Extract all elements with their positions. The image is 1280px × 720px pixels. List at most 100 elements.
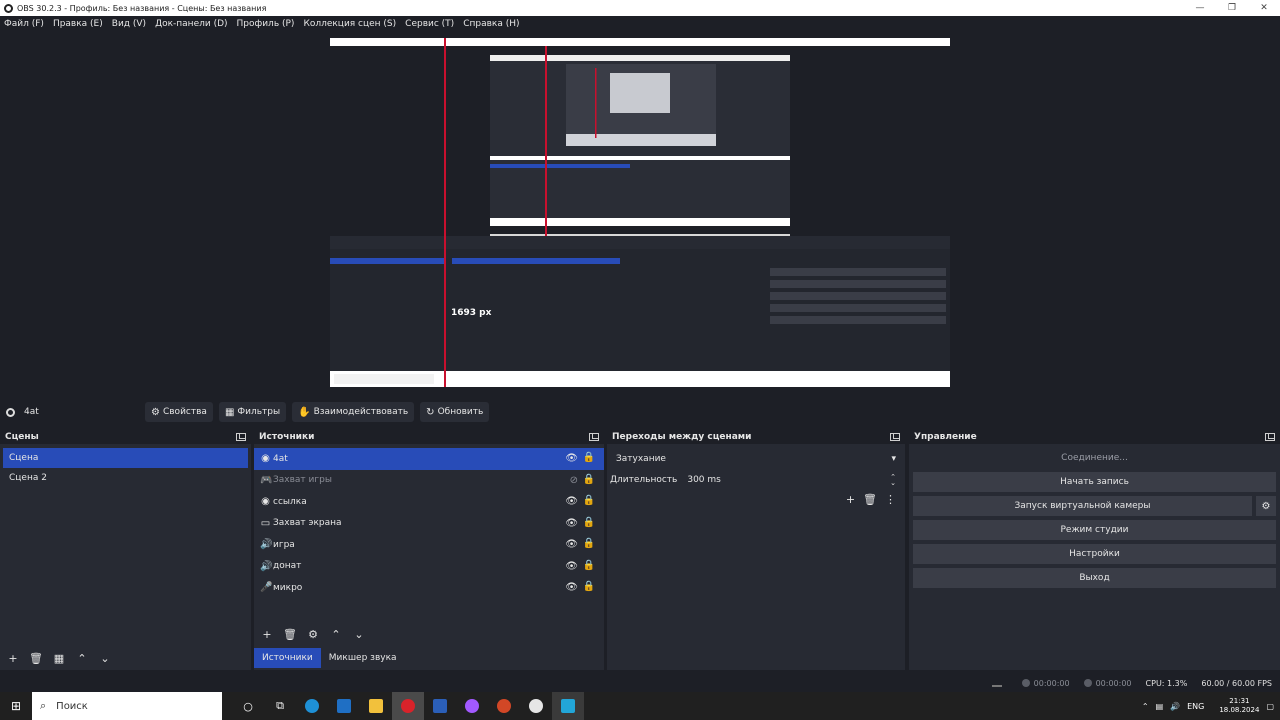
- file-explorer-icon[interactable]: [360, 692, 392, 720]
- move-up-icon[interactable]: ⌃: [73, 650, 91, 666]
- undock-icon[interactable]: [1265, 433, 1275, 441]
- move-up-icon[interactable]: ⌃: [327, 626, 345, 642]
- taskbar-search[interactable]: ⌕ Поиск: [32, 692, 222, 720]
- minimize-icon[interactable]: —: [1184, 3, 1216, 13]
- close-icon[interactable]: ✕: [1248, 3, 1280, 13]
- source-row[interactable]: ◉ ссылка 👁 🔒: [254, 491, 604, 513]
- filter-icon[interactable]: ▦: [50, 650, 68, 666]
- scene-item[interactable]: Сцена 2: [3, 468, 248, 488]
- lock-icon[interactable]: 🔒: [583, 474, 595, 485]
- exit-button[interactable]: Выход: [913, 568, 1276, 588]
- network-icon[interactable]: ▤: [1156, 702, 1164, 711]
- word-icon[interactable]: [424, 692, 456, 720]
- settings-button[interactable]: Настройки: [913, 544, 1276, 564]
- menu-file[interactable]: Файл (F): [4, 19, 44, 29]
- menu-view[interactable]: Вид (V): [112, 19, 146, 29]
- volume-icon[interactable]: 🔊: [1170, 702, 1180, 711]
- menu-scene-collection[interactable]: Коллекция сцен (S): [303, 19, 396, 29]
- start-virtual-camera-button[interactable]: Запуск виртуальной камеры: [913, 496, 1252, 516]
- source-row[interactable]: ▭ Захват экрана 👁 🔒: [254, 513, 604, 535]
- transitions-dock: Переходы между сценами Затухание ▾ Длите…: [607, 430, 905, 670]
- add-source-icon[interactable]: +: [258, 626, 276, 642]
- task-view-icon[interactable]: ⧉: [264, 692, 296, 720]
- browser-icon: ◉: [261, 496, 270, 508]
- source-name: донат: [273, 561, 302, 572]
- scene-item-label: Сцена: [9, 453, 39, 463]
- source-row[interactable]: 🎤 микро 👁 🔒: [254, 577, 604, 599]
- source-row[interactable]: ◉ 4at 👁 🔒: [254, 448, 604, 470]
- eye-icon[interactable]: 👁: [565, 453, 578, 464]
- eye-icon[interactable]: 👁: [565, 582, 578, 593]
- start-streaming-button[interactable]: Соединение...: [913, 448, 1276, 468]
- preview-canvas[interactable]: 1693 px: [330, 38, 950, 387]
- cortana-icon[interactable]: ○: [232, 692, 264, 720]
- source-row[interactable]: 🎮 Захват игры ⊘ 🔒: [254, 470, 604, 492]
- figma-icon[interactable]: [456, 692, 488, 720]
- lock-icon[interactable]: 🔒: [583, 452, 595, 463]
- lock-icon[interactable]: 🔒: [583, 538, 595, 549]
- more-vertical-icon[interactable]: ⋮: [885, 493, 896, 506]
- obs-icon[interactable]: [520, 692, 552, 720]
- mail-icon[interactable]: [328, 692, 360, 720]
- scenes-dock: Сцены Сцена Сцена 2 + 🗑 ▦ ⌃ ⌄: [0, 430, 251, 670]
- eye-icon[interactable]: 👁: [565, 518, 578, 529]
- source-toolbar: 4at ⚙ Свойства ▦ Фильтры ✋ Взаимодейство…: [0, 400, 1280, 424]
- interact-button[interactable]: ✋ Взаимодействовать: [292, 402, 415, 422]
- windows-start-icon[interactable]: ⊞: [0, 699, 32, 713]
- gear-icon[interactable]: ⚙: [304, 626, 322, 642]
- studio-mode-button[interactable]: Режим студии: [913, 520, 1276, 540]
- sources-mixer-tabs: Источники Микшер звука: [254, 648, 405, 668]
- eye-icon[interactable]: 👁: [565, 496, 578, 507]
- scene-item[interactable]: Сцена: [3, 448, 248, 468]
- maximize-icon[interactable]: ❐: [1216, 3, 1248, 13]
- chevron-up-icon[interactable]: ⌃: [1142, 702, 1149, 711]
- eye-icon[interactable]: 👁: [565, 561, 578, 572]
- lock-icon[interactable]: 🔒: [583, 517, 595, 528]
- eye-hidden-icon[interactable]: ⊘: [570, 475, 578, 486]
- start-recording-button[interactable]: Начать запись: [913, 472, 1276, 492]
- trash-icon[interactable]: 🗑: [281, 626, 299, 642]
- gear-icon[interactable]: ⚙: [1256, 496, 1276, 516]
- app-icon[interactable]: [552, 692, 584, 720]
- menu-profile[interactable]: Профиль (P): [237, 19, 295, 29]
- tab-audio-mixer[interactable]: Микшер звука: [320, 648, 405, 668]
- transition-select[interactable]: Затухание ▾: [611, 452, 901, 466]
- menu-tools[interactable]: Сервис (T): [405, 19, 454, 29]
- lock-icon[interactable]: 🔒: [583, 560, 595, 571]
- trash-icon[interactable]: 🗑: [27, 650, 45, 666]
- opera-icon[interactable]: [392, 692, 424, 720]
- taskbar-clock[interactable]: 21:31 18.08.2024: [1212, 697, 1259, 715]
- menu-help[interactable]: Справка (H): [463, 19, 519, 29]
- move-down-icon[interactable]: ⌄: [96, 650, 114, 666]
- windows-taskbar: ⊞ ⌕ Поиск ○ ⧉ ⌃ ▤ 🔊 ENG 21:31 18.08.2024: [0, 692, 1280, 720]
- tab-sources[interactable]: Источники: [254, 648, 321, 668]
- add-scene-icon[interactable]: +: [4, 650, 22, 666]
- menu-edit[interactable]: Правка (E): [53, 19, 103, 29]
- move-down-icon[interactable]: ⌄: [350, 626, 368, 642]
- preview-nested-capture: [330, 38, 950, 387]
- notifications-icon[interactable]: ▢: [1266, 702, 1274, 711]
- powerpoint-icon[interactable]: [488, 692, 520, 720]
- source-row[interactable]: 🔊 донат 👁 🔒: [254, 556, 604, 578]
- controls-dock: Управление Соединение... Начать запись З…: [909, 430, 1280, 670]
- lock-icon[interactable]: 🔒: [583, 581, 595, 592]
- lock-icon[interactable]: 🔒: [583, 495, 595, 506]
- duration-spinbox[interactable]: 300 ms ⌃ ⌄: [687, 474, 901, 487]
- trash-icon[interactable]: 🗑: [863, 493, 877, 506]
- filters-button[interactable]: ▦ Фильтры: [218, 402, 287, 422]
- undock-icon[interactable]: [236, 433, 246, 441]
- add-transition-icon[interactable]: +: [846, 493, 855, 506]
- language-indicator[interactable]: ENG: [1187, 702, 1204, 711]
- record-time: 00:00:00: [1095, 678, 1132, 688]
- undock-icon[interactable]: [890, 433, 900, 441]
- obs-window: OBS 30.2.3 - Профиль: Без названия - Сце…: [0, 0, 1280, 720]
- eye-icon[interactable]: 👁: [565, 539, 578, 550]
- refresh-button[interactable]: ↻ Обновить: [420, 402, 490, 422]
- source-row[interactable]: 🔊 игра 👁 🔒: [254, 534, 604, 556]
- menu-docks[interactable]: Док-панели (D): [155, 19, 227, 29]
- spin-arrows-icon[interactable]: ⌃ ⌄: [890, 474, 896, 487]
- source-name: Захват игры: [273, 475, 332, 486]
- properties-button[interactable]: ⚙ Свойства: [145, 402, 213, 422]
- edge-icon[interactable]: [296, 692, 328, 720]
- undock-icon[interactable]: [589, 433, 599, 441]
